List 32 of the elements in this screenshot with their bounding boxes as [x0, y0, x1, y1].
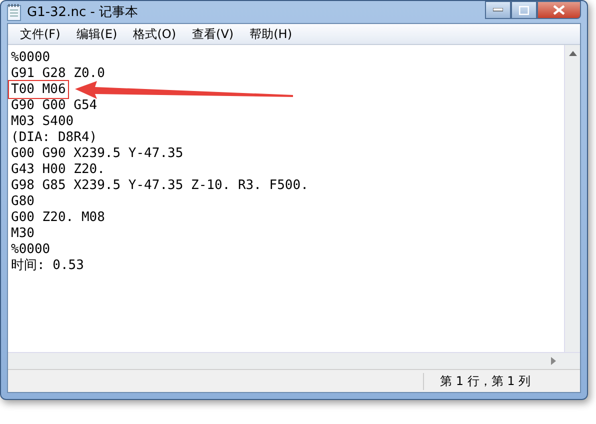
close-button[interactable] [537, 1, 581, 19]
code-line: G80 [10, 194, 36, 209]
code-line: G91 G28 Z0.0 [10, 66, 106, 81]
code-line: %0000 [10, 242, 52, 257]
maximize-icon [519, 6, 529, 14]
code-line: 时间: 0.53 [10, 258, 85, 273]
minimize-button[interactable] [485, 1, 511, 19]
code-line: G00 Z20. M08 [10, 210, 106, 225]
right-arrow-icon [551, 357, 556, 365]
code-line: %0000 [10, 50, 52, 65]
menu-item[interactable]: 查看(V) [184, 26, 242, 42]
minimize-icon [493, 8, 503, 12]
cursor-position: 第 1 行，第 1 列 [423, 372, 580, 390]
code-line: G00 G90 X239.5 Y-47.35 [10, 146, 184, 161]
code-line: T00 M06 [10, 82, 67, 97]
code-line: G43 H00 Z20. [10, 162, 106, 177]
code-line: G98 G85 X239.5 Y-47.35 Z-10. R3. F500. [10, 178, 310, 193]
up-arrow-icon [568, 51, 576, 56]
notepad-icon [7, 4, 21, 20]
code-line: M30 [10, 226, 36, 241]
menu-item[interactable]: 帮助(H) [242, 26, 300, 42]
code-line: (DIA: D8R4) [10, 130, 98, 145]
menu-item[interactable]: 编辑(E) [68, 26, 126, 42]
code-line: G90 G00 G54 [10, 98, 98, 113]
vertical-scrollbar[interactable] [564, 45, 580, 352]
maximize-button[interactable] [511, 1, 537, 19]
horizontal-scrollbar[interactable] [8, 352, 580, 369]
code-line: M03 S400 [10, 114, 75, 129]
menu-item[interactable]: 文件(F) [12, 26, 68, 42]
menu-item[interactable]: 格式(O) [125, 26, 184, 42]
window-title: G1-32.nc - 记事本 [27, 4, 138, 21]
close-icon [553, 5, 565, 15]
